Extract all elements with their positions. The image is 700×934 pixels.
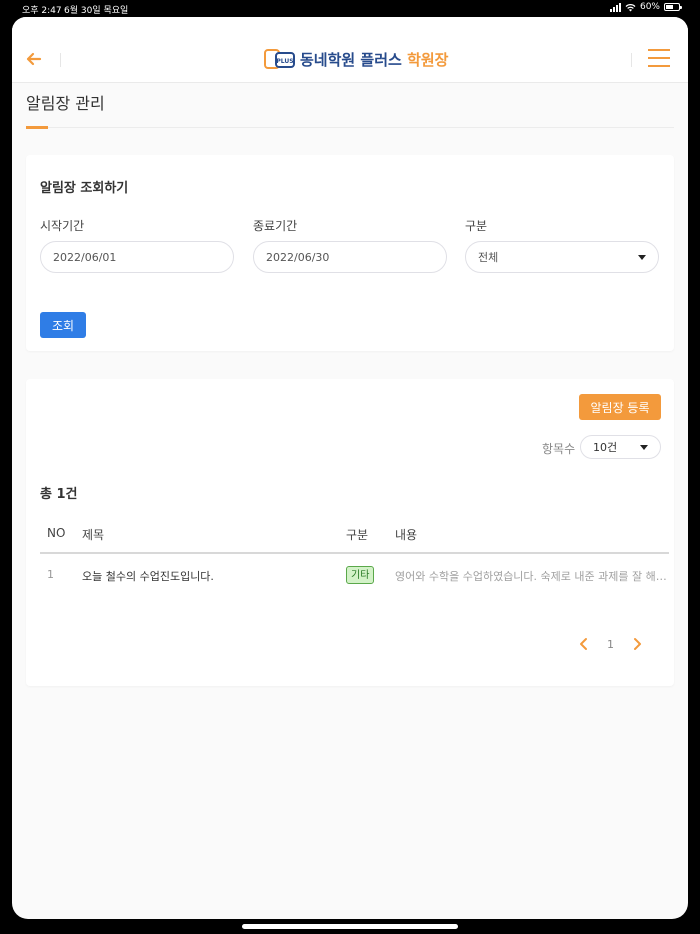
row-no: 1 bbox=[47, 568, 54, 581]
status-bar: 오후 2:47 6월 30일 목요일 60% bbox=[0, 0, 700, 17]
hamburger-menu-icon[interactable] bbox=[648, 49, 670, 67]
row-type-badge: 기타 bbox=[346, 566, 375, 584]
end-date-input[interactable] bbox=[253, 241, 447, 273]
type-select[interactable]: 전체 bbox=[465, 241, 659, 273]
prev-page-icon[interactable] bbox=[578, 637, 590, 651]
table-row[interactable]: 1 오늘 철수의 수업진도입니다. 기타 영어와 수학을 수업하였습니다. 숙제… bbox=[40, 554, 669, 598]
caret-down-icon bbox=[638, 254, 646, 260]
logo-main: 동네학원 플러스 bbox=[300, 50, 402, 69]
battery-icon bbox=[664, 3, 682, 11]
type-label: 구분 bbox=[465, 219, 488, 233]
register-notice-button[interactable]: 알림장 등록 bbox=[579, 394, 661, 420]
search-button[interactable]: 조회 bbox=[40, 312, 86, 338]
status-date: 6월 30일 목요일 bbox=[64, 6, 129, 16]
logo-badge-text: PLUS bbox=[276, 58, 293, 65]
cellular-signal-icon bbox=[609, 2, 621, 12]
app-logo: PLUS 동네학원 플러스 학원장 bbox=[264, 48, 448, 70]
status-time: 오후 2:47 bbox=[22, 6, 62, 16]
logo-mark-icon: PLUS bbox=[264, 49, 295, 69]
battery-percent: 60% bbox=[639, 2, 660, 12]
current-page-number[interactable]: 1 bbox=[607, 638, 614, 651]
app-screen: PLUS 동네학원 플러스 학원장 알림장 관리 알림장 조회하기 시작기간 종… bbox=[12, 17, 688, 919]
logo-text: 동네학원 플러스 학원장 bbox=[300, 49, 448, 70]
total-count: 총 1건 bbox=[40, 487, 78, 502]
row-title: 오늘 철수의 수업진도입니다. bbox=[82, 570, 214, 583]
status-icons: 60% bbox=[609, 2, 682, 12]
row-content: 영어와 수학을 수업하였습니다. 숙제로 내준 과제를 잘 해오세요. bbox=[395, 570, 667, 583]
items-per-page-select[interactable]: 10건 bbox=[580, 435, 661, 459]
column-header-type: 구분 bbox=[346, 528, 369, 542]
page-title-underline bbox=[26, 126, 48, 129]
column-header-title: 제목 bbox=[82, 528, 105, 542]
items-per-page-label: 항목수 bbox=[542, 442, 576, 456]
next-page-icon[interactable] bbox=[631, 637, 643, 651]
back-arrow-icon[interactable] bbox=[24, 49, 44, 69]
wifi-icon bbox=[625, 3, 636, 12]
app-header: PLUS 동네학원 플러스 학원장 bbox=[12, 17, 688, 83]
column-header-no: NO bbox=[47, 526, 66, 540]
notice-list-card: 알림장 등록 항목수 10건 총 1건 NO 제목 구분 내용 1 오늘 철수의… bbox=[26, 379, 674, 686]
start-date-input[interactable] bbox=[40, 241, 234, 273]
search-card-title: 알림장 조회하기 bbox=[40, 181, 129, 196]
header-divider-right bbox=[631, 53, 632, 67]
items-per-page-value: 10건 bbox=[593, 441, 618, 454]
search-card: 알림장 조회하기 시작기간 종료기간 구분 전체 조회 bbox=[26, 155, 674, 351]
caret-down-icon bbox=[640, 444, 648, 450]
page-title: 알림장 관리 bbox=[26, 94, 105, 113]
type-select-value: 전체 bbox=[478, 251, 499, 264]
page-title-divider bbox=[48, 127, 674, 128]
start-date-label: 시작기간 bbox=[40, 219, 85, 233]
column-header-content: 내용 bbox=[395, 528, 418, 542]
end-date-label: 종료기간 bbox=[253, 219, 298, 233]
home-indicator bbox=[242, 924, 458, 929]
header-divider-left bbox=[60, 53, 61, 67]
logo-accent: 학원장 bbox=[407, 50, 449, 69]
